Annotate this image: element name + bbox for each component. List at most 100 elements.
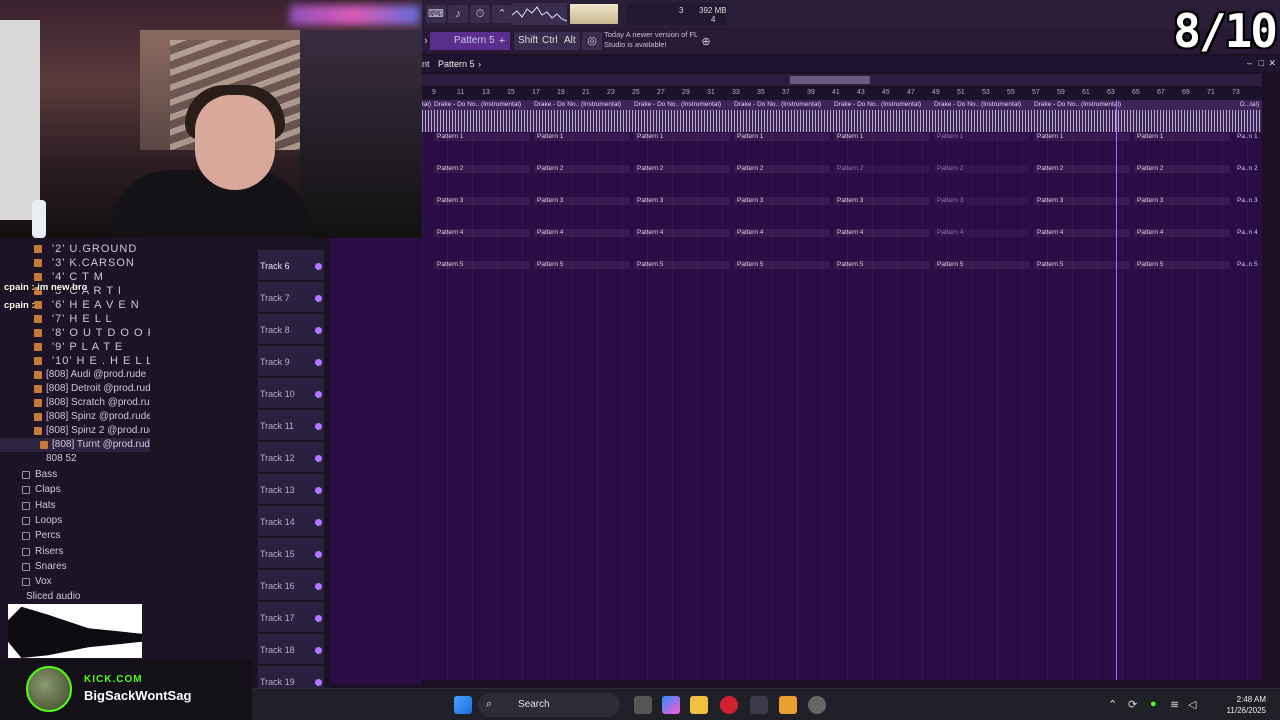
horizontal-scrollbar[interactable] [422, 74, 1262, 86]
pattern-clip[interactable]: Pa..n 2 [1234, 165, 1262, 173]
metronome-icon[interactable]: ⌃ [492, 5, 512, 23]
pattern-clip[interactable]: Pa..n 4 [1234, 229, 1262, 237]
browser-item[interactable]: '3' K.CARSON [0, 256, 150, 270]
pattern-clip[interactable]: Pattern 4 [634, 229, 730, 237]
pattern-clip[interactable]: Pattern 1 [434, 133, 530, 141]
track-enable-icon[interactable] [315, 647, 322, 654]
pattern-clip[interactable]: Pattern 1 [634, 133, 730, 141]
browser-item[interactable]: [808] Detroit @prod.rude [0, 382, 156, 396]
pattern-clip[interactable]: Pattern 2 [734, 165, 830, 173]
browser-item[interactable]: '9' P L A T E [0, 340, 150, 354]
track-enable-icon[interactable] [315, 263, 322, 270]
minimize-icon[interactable]: – [1247, 58, 1252, 68]
pattern-clip[interactable]: Pattern 1 [1134, 133, 1230, 141]
browser-item[interactable]: [808] Spinz 2 @prod.rude [0, 424, 160, 438]
arrow-right-icon[interactable]: › [422, 32, 430, 50]
track-header[interactable]: Track 8 [258, 314, 324, 345]
browser-item[interactable]: '2' U.GROUND [0, 242, 150, 256]
pattern-clip[interactable]: Pattern 1 [734, 133, 830, 141]
pattern-clip[interactable]: Pattern 2 [434, 165, 530, 173]
pattern-clip[interactable]: Pattern 4 [434, 229, 530, 237]
fl-studio-icon[interactable] [779, 696, 797, 714]
pattern-clip[interactable]: Pattern 1 [934, 133, 1030, 141]
pattern-clip[interactable]: Pattern 4 [534, 229, 630, 237]
track-header[interactable]: Track 14 [258, 506, 324, 537]
browser-folder[interactable]: Bass [0, 468, 150, 482]
track-header[interactable]: Track 17 [258, 602, 324, 633]
track-enable-icon[interactable] [315, 615, 322, 622]
audio-track[interactable]: tal) Drake - Do No.. (Instrumental) Drake … [422, 100, 1262, 132]
track-header[interactable]: Track 6 [258, 250, 324, 281]
pattern-clip[interactable]: Pattern 3 [934, 197, 1030, 205]
clock[interactable]: 2:48 AM 11/26/2025 [1227, 694, 1266, 716]
pattern-clip[interactable]: Pattern 2 [1134, 165, 1230, 173]
add-pattern-icon[interactable]: + [496, 32, 508, 50]
pattern-clip[interactable]: Pattern 3 [534, 197, 630, 205]
track-enable-icon[interactable] [315, 551, 322, 558]
playlist-arrangement[interactable]: tal) Drake - Do No.. (Instrumental) Drake … [422, 100, 1262, 680]
pattern-clip[interactable]: Pattern 4 [734, 229, 830, 237]
pattern-clip[interactable]: Pattern 5 [1134, 261, 1230, 269]
pattern-clip[interactable]: Pattern 5 [934, 261, 1030, 269]
track-enable-icon[interactable] [315, 519, 322, 526]
track-header[interactable]: Track 9 [258, 346, 324, 377]
pattern-clip[interactable]: Pattern 1 [834, 133, 930, 141]
pattern-lane[interactable]: Pattern 2 Pattern 2 Pattern 2 Pattern 2 Patt… [422, 165, 1262, 195]
search-bar[interactable]: Search [478, 693, 620, 717]
track-enable-icon[interactable] [315, 295, 322, 302]
pattern-clip[interactable]: Pattern 5 [534, 261, 630, 269]
track-header[interactable]: Track 16 [258, 570, 324, 601]
pattern-clip[interactable]: Pattern 3 [634, 197, 730, 205]
pattern-clip[interactable]: Pattern 5 [434, 261, 530, 269]
timeline-ruler[interactable]: 9 11 13 15 17 19 21 23 25 27 29 31 33 35 37 39 41 43 45 47 4… [422, 88, 1262, 100]
scroll-thumb[interactable] [790, 76, 870, 84]
pattern-clip[interactable]: Pattern 3 [1134, 197, 1230, 205]
pattern-clip[interactable]: Pattern 1 [534, 133, 630, 141]
pattern-clip[interactable]: Pattern 4 [934, 229, 1030, 237]
sync-icon[interactable]: ⟳ [1128, 698, 1137, 711]
ctrl-button[interactable]: Ctrl [538, 32, 562, 50]
browser-folder[interactable]: Sliced audio [0, 590, 150, 604]
browser-folder[interactable]: Risers [0, 545, 150, 559]
track-header[interactable]: Track 12 [258, 442, 324, 473]
pattern-clip[interactable]: Pa..n 5 [1234, 261, 1262, 269]
track-enable-icon[interactable] [315, 679, 322, 686]
pattern-lane[interactable]: Pattern 5 Pattern 5 Pattern 5 Pattern 5 Patt… [422, 261, 1262, 291]
obs-icon[interactable] [808, 696, 826, 714]
windows-start-icon[interactable] [454, 696, 472, 714]
pattern-clip[interactable]: Pattern 2 [634, 165, 730, 173]
pattern-clip[interactable]: Pattern 3 [834, 197, 930, 205]
track-enable-icon[interactable] [315, 391, 322, 398]
copilot-icon[interactable] [662, 696, 680, 714]
pattern-clip[interactable]: Pattern 5 [734, 261, 830, 269]
pattern-clip[interactable]: Pattern 2 [534, 165, 630, 173]
pattern-clip[interactable]: Pattern 2 [934, 165, 1030, 173]
browser-item[interactable]: '10' H E . H E L L [0, 354, 152, 368]
browser-folder[interactable]: Snares [0, 560, 150, 574]
track-enable-icon[interactable] [315, 455, 322, 462]
file-explorer-icon[interactable] [690, 696, 708, 714]
playhead[interactable] [1116, 100, 1117, 680]
pattern-clip[interactable]: Pa..n 1 [1234, 133, 1262, 141]
playlist-lower-area[interactable] [330, 238, 422, 684]
pattern-clip[interactable]: Pattern 2 [834, 165, 930, 173]
track-enable-icon[interactable] [315, 583, 322, 590]
globe-icon[interactable]: ⊕ [696, 33, 716, 51]
track-header[interactable]: Track 13 [258, 474, 324, 505]
browser-folder[interactable]: Hats [0, 499, 150, 513]
breadcrumb[interactable]: Pattern 5 [438, 59, 475, 69]
wifi-icon[interactable]: ≋ [1170, 698, 1179, 711]
track-enable-icon[interactable] [315, 423, 322, 430]
pattern-lane[interactable]: Pattern 3 Pattern 3 Pattern 3 Pattern 3 Patt… [422, 197, 1262, 227]
close-icon[interactable]: ✕ [1268, 58, 1276, 69]
pattern-lane[interactable]: Pattern 1 Pattern 1 Pattern 1 Pattern 1 Patt… [422, 133, 1262, 163]
news-icon[interactable]: ◎ [582, 32, 602, 50]
pattern-clip[interactable]: Pattern 5 [834, 261, 930, 269]
browser-folder[interactable]: Claps [0, 483, 150, 497]
volume-icon[interactable]: ◁ [1188, 698, 1196, 711]
browser-item[interactable]: 808 52 [0, 452, 150, 466]
alt-button[interactable]: Alt [560, 32, 580, 50]
pattern-clip[interactable]: Pattern 4 [1134, 229, 1230, 237]
browser-item[interactable]: [808] Scratch @prod.rude [0, 396, 161, 410]
browser-folder[interactable]: Percs [0, 529, 150, 543]
